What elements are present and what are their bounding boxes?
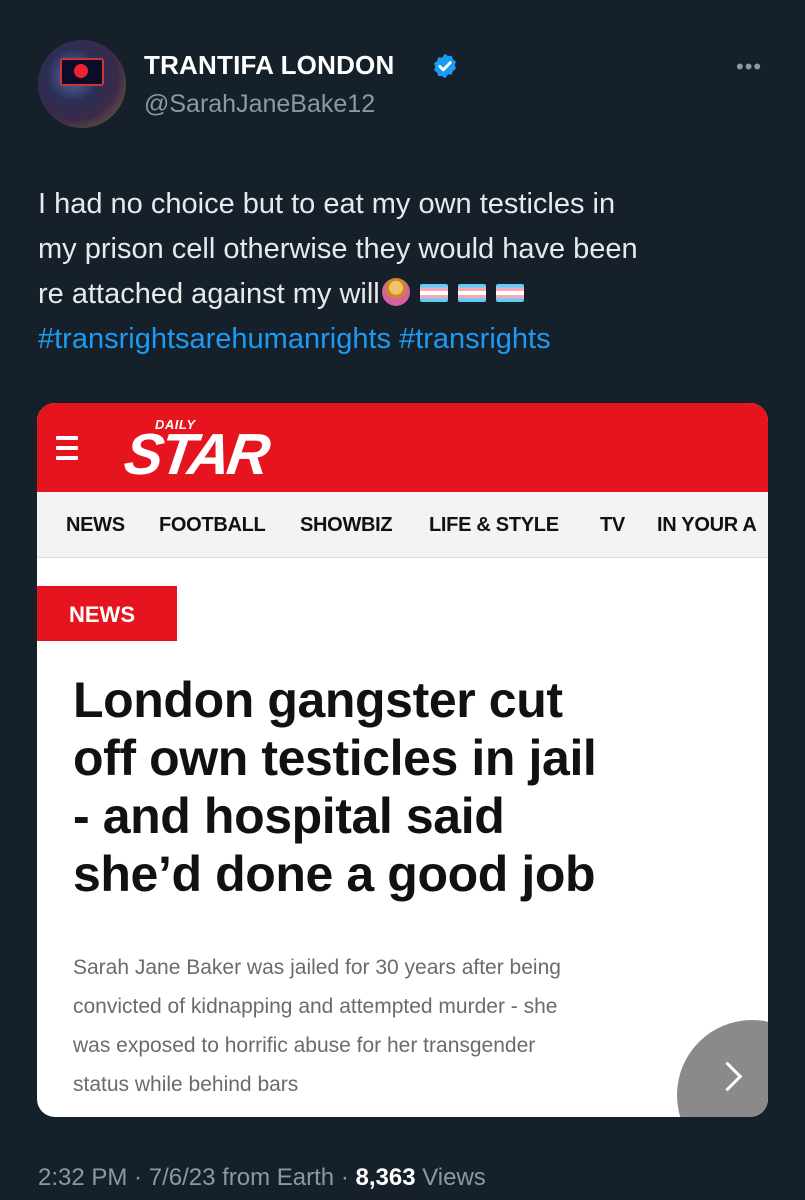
tweet-line: my prison cell otherwise they would have… — [38, 233, 638, 265]
antifa-flag-image — [60, 58, 104, 86]
tweet-header: TRANTIFA LONDON @SarahJaneBake12 ••• — [38, 40, 778, 130]
tweet-line-text: re attached against my will — [38, 278, 380, 310]
display-name[interactable]: TRANTIFA LONDON — [144, 50, 394, 81]
standfirst-line: Sarah Jane Baker was jailed for 30 years… — [73, 956, 561, 979]
nav-item-in-your-area[interactable]: IN YOUR A — [657, 514, 757, 537]
tweet-date[interactable]: 7/6/23 — [149, 1164, 216, 1191]
hashtag-line: #transrightsarehumanrights #transrights — [38, 317, 768, 362]
headline-line: - and hospital said — [73, 788, 505, 844]
person-shrugging-emoji — [381, 278, 410, 306]
standfirst-line: was exposed to horrific abuse for her tr… — [73, 1034, 536, 1057]
tweet-time[interactable]: 2:32 PM — [38, 1164, 127, 1191]
headline-line: she’d done a good job — [73, 846, 596, 902]
more-horizontal-icon[interactable]: ••• — [736, 54, 762, 80]
tweet-metadata: 2:32 PM · 7/6/23 from Earth · 8,363 View… — [38, 1164, 486, 1191]
transgender-flag-emoji — [457, 284, 486, 302]
nav-item-news[interactable]: NEWS — [66, 514, 125, 537]
transgender-flag-emoji — [495, 284, 524, 302]
daily-star-logo[interactable]: DAILY STAR — [120, 411, 285, 491]
standfirst-line: status while behind bars — [73, 1073, 299, 1096]
standfirst-line: convicted of kidnapping and attempted mu… — [73, 995, 558, 1018]
nav-item-showbiz[interactable]: SHOWBIZ — [300, 514, 393, 537]
nav-item-football[interactable]: FOOTBALL — [159, 514, 266, 537]
section-badge: NEWS — [37, 586, 177, 641]
tweet-text: I had no choice but to eat my own testic… — [38, 182, 768, 362]
tweet-source: from Earth — [222, 1164, 335, 1191]
transgender-flag-emoji — [419, 284, 448, 302]
headline-line: London gangster cut — [73, 672, 563, 728]
nav-item-life-style[interactable]: LIFE & STYLE — [429, 514, 559, 537]
article-headline: London gangster cut off own testicles in… — [73, 671, 753, 903]
headline-line: off own testicles in jail — [73, 730, 597, 786]
verified-badge-icon — [434, 53, 456, 79]
tweet-line: re attached against my will — [38, 272, 768, 317]
views-count: 8,363 — [355, 1164, 416, 1191]
site-header: DAILY STAR — [37, 403, 768, 492]
chevron-right-icon — [712, 1061, 743, 1092]
views-label: Views — [422, 1164, 486, 1191]
article-standfirst: Sarah Jane Baker was jailed for 30 years… — [73, 948, 733, 1104]
hashtag-link[interactable]: #transrights — [399, 323, 551, 355]
hashtag-link[interactable]: #transrightsarehumanrights — [38, 323, 391, 355]
nav-item-tv[interactable]: TV — [600, 514, 625, 537]
avatar[interactable] — [38, 40, 126, 128]
logo-star-text: STAR — [120, 422, 272, 487]
handle[interactable]: @SarahJaneBake12 — [144, 90, 375, 119]
article-screenshot-card[interactable]: DAILY STAR NEWS FOOTBALL SHOWBIZ LIFE & … — [37, 403, 768, 1117]
site-nav: NEWS FOOTBALL SHOWBIZ LIFE & STYLE TV IN… — [37, 492, 768, 558]
tweet-line: I had no choice but to eat my own testic… — [38, 188, 616, 220]
hamburger-menu-icon[interactable] — [56, 436, 78, 460]
